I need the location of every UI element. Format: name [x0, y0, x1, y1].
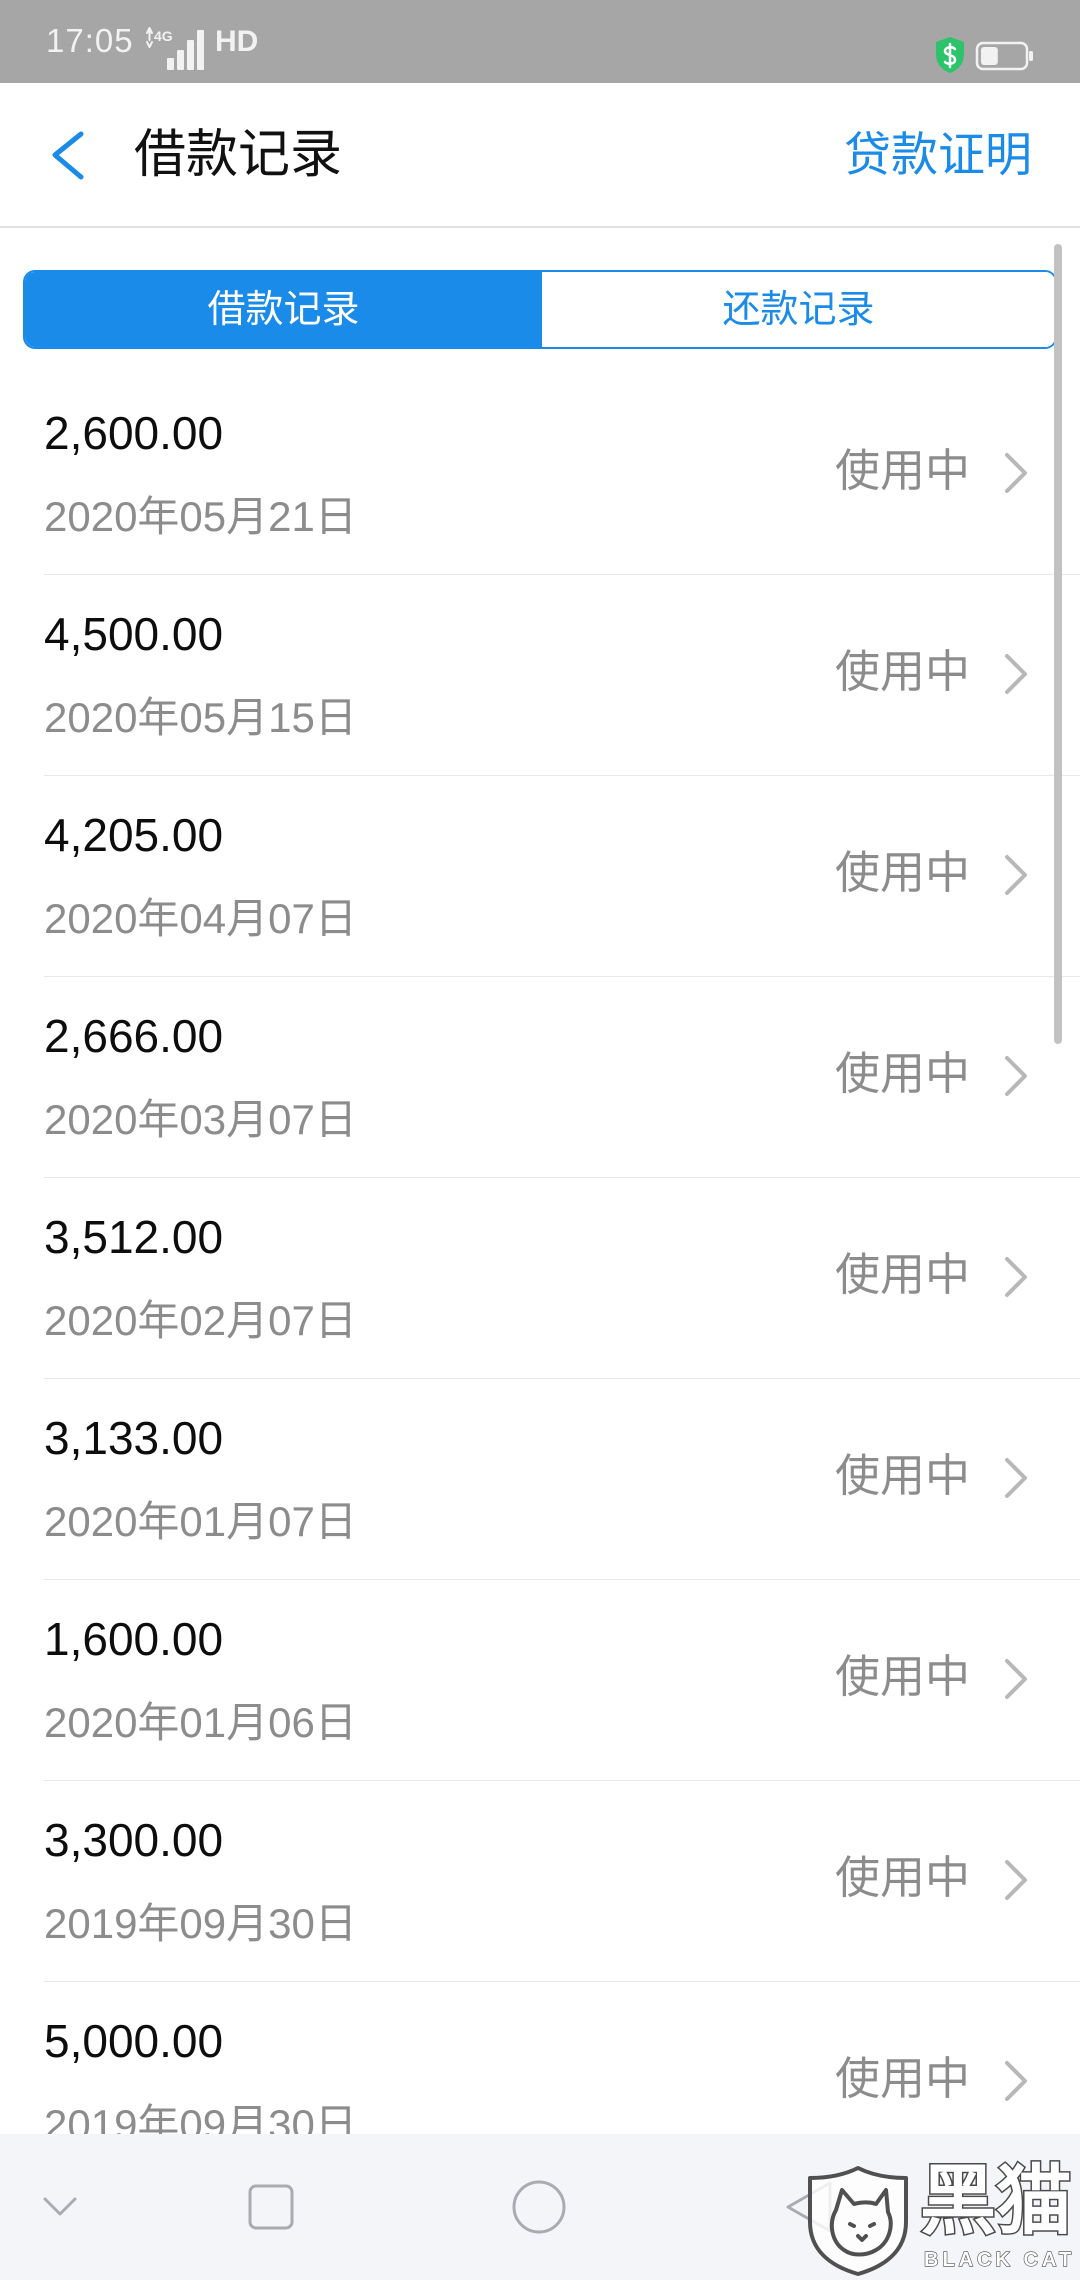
chevron-right-icon: [1005, 855, 1027, 895]
signal-bar: [187, 40, 194, 70]
scrollbar[interactable]: [1054, 244, 1062, 1044]
tab-repayment-records[interactable]: 还款记录: [542, 272, 1055, 347]
loan-date: 2019年09月30日: [44, 2101, 357, 2135]
loan-status: 使用中: [834, 847, 970, 898]
battery-fill: [981, 47, 998, 65]
chevron-down-icon[interactable]: [40, 2190, 80, 2224]
back-button[interactable]: [40, 123, 94, 187]
app-header: 借款记录 贷款证明: [0, 83, 1080, 228]
loan-amount: 2,666.00: [44, 1010, 224, 1062]
loan-record-row[interactable]: 4,205.00 2020年04月07日 使用中: [44, 776, 1080, 977]
loan-date: 2020年01月06日: [44, 1699, 357, 1746]
loan-date: 2020年05月21日: [44, 493, 357, 540]
chevron-left-icon: [52, 131, 84, 180]
loan-status: 使用中: [834, 1852, 970, 1903]
loan-amount: 3,133.00: [44, 1412, 224, 1464]
chevron-right-icon: [1005, 1458, 1027, 1498]
loan-record-row[interactable]: 2,666.00 2020年03月07日 使用中: [44, 977, 1080, 1178]
battery-icon: [975, 41, 1033, 71]
loan-record-row[interactable]: 1,600.00 2020年01月06日 使用中: [44, 1580, 1080, 1781]
loan-amount: 3,300.00: [44, 1814, 224, 1866]
loan-date: 2020年04月07日: [44, 895, 357, 942]
loan-date: 2019年09月30日: [44, 1900, 357, 1947]
chevron-right-icon: [1005, 1860, 1027, 1900]
loan-status: 使用中: [834, 1249, 970, 1300]
system-nav-bar: [0, 2134, 1080, 2280]
record-type-tabs: 借款记录 还款记录: [23, 270, 1057, 349]
signal-icon: 4G: [145, 20, 209, 72]
loan-record-list: 2,600.00 2020年05月21日 使用中 4,500.00 2020年0…: [0, 374, 1080, 2134]
shield-dollar-icon: [936, 37, 964, 73]
page-title: 借款记录: [134, 126, 343, 184]
tab-borrow-records[interactable]: 借款记录: [25, 272, 542, 347]
loan-amount: 3,512.00: [44, 1211, 224, 1263]
chevron-right-icon: [1005, 2061, 1027, 2101]
loan-record-row[interactable]: 2,600.00 2020年05月21日 使用中: [44, 374, 1080, 575]
loan-amount: 1,600.00: [44, 1613, 224, 1665]
chevron-right-icon: [1005, 1056, 1027, 1096]
loan-certificate-link[interactable]: 贷款证明: [844, 129, 1032, 181]
loan-amount: 2,600.00: [44, 407, 224, 459]
loan-amount: 5,000.00: [44, 2015, 224, 2067]
chevron-right-icon: [1005, 654, 1027, 694]
loan-status: 使用中: [834, 1048, 970, 1099]
hd-voice-label: HD: [215, 25, 259, 58]
status-bar: 17:05 4G HD: [0, 0, 1080, 83]
loan-record-row[interactable]: 3,133.00 2020年01月07日 使用中: [44, 1379, 1080, 1580]
loan-record-row[interactable]: 4,500.00 2020年05月15日 使用中: [44, 575, 1080, 776]
black-cat-shield-logo: [808, 2166, 908, 2276]
loan-date: 2020年02月07日: [44, 1297, 357, 1344]
loan-status: 使用中: [834, 445, 970, 496]
signal-bar: [167, 58, 174, 70]
loan-record-row[interactable]: 5,000.00 2019年09月30日 使用中: [44, 1982, 1080, 2134]
loan-amount: 4,205.00: [44, 809, 224, 861]
loan-status: 使用中: [834, 2053, 970, 2104]
loan-status: 使用中: [834, 646, 970, 697]
status-time: 17:05: [46, 22, 134, 59]
loan-date: 2020年01月07日: [44, 1498, 357, 1545]
loan-status: 使用中: [834, 1450, 970, 1501]
chevron-right-icon: [1005, 1659, 1027, 1699]
signal-bar: [197, 30, 204, 70]
watermark-brand: 黑猫: [919, 2158, 1074, 2245]
chevron-right-icon: [1005, 1257, 1027, 1297]
loan-amount: 4,500.00: [44, 608, 224, 660]
circle-home-icon[interactable]: [510, 2178, 568, 2236]
loan-status: 使用中: [834, 1651, 970, 1702]
chevron-right-icon: [1005, 453, 1027, 493]
loan-record-row[interactable]: 3,300.00 2019年09月30日 使用中: [44, 1781, 1080, 1982]
signal-bar: [177, 50, 184, 70]
square-recents-icon[interactable]: [246, 2182, 296, 2232]
watermark-brand-en: BLACK CAT: [923, 2248, 1076, 2271]
loan-date: 2020年03月07日: [44, 1096, 357, 1143]
loan-record-row[interactable]: 3,512.00 2020年02月07日 使用中: [44, 1178, 1080, 1379]
network-type-label: 4G: [154, 28, 173, 44]
loan-date: 2020年05月15日: [44, 694, 357, 741]
